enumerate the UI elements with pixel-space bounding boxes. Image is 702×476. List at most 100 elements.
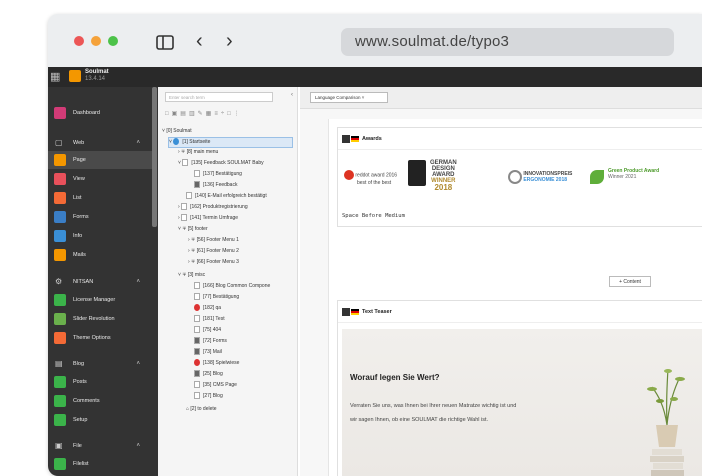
module-theme-options[interactable]: Theme Options (48, 329, 152, 347)
tree-node[interactable]: › ∓ [56] Footer Menu 1 (188, 236, 239, 245)
mails-icon (54, 249, 66, 261)
tree-node-startseite[interactable]: ˅ [1] Startseite (168, 137, 293, 148)
site-brand: Soulmat 13.4.14 (85, 69, 109, 83)
module-menu-scrollbar[interactable] (152, 87, 157, 227)
module-label: Theme Options (73, 335, 111, 341)
tree-node[interactable]: › [162] Produktregistrierung (178, 203, 248, 212)
module-group-file[interactable]: ▣ File ˄ (48, 438, 152, 454)
sidebar-toggle-icon[interactable] (156, 32, 174, 56)
filelist-icon (54, 458, 66, 470)
module-forms[interactable]: Forms (48, 208, 152, 226)
tree-node[interactable]: › ∓ [66] Footer Menu 3 (188, 258, 239, 267)
module-list[interactable]: List (48, 189, 152, 207)
module-info[interactable]: Info (48, 227, 152, 245)
tree-search-input[interactable]: Enter search term (165, 92, 273, 102)
tree-node-label: [140] E-Mail erfolgreich bestätigt (195, 193, 267, 199)
module-comments[interactable]: Comments (48, 392, 152, 410)
chevron-up-icon: ˄ (136, 443, 140, 449)
setup-icon (54, 414, 66, 426)
tree-node-label: [3] misc (187, 272, 206, 278)
module-mails[interactable]: Mails (48, 246, 152, 264)
module-page[interactable]: Page (48, 151, 152, 169)
tree-node[interactable]: [25] Blog (194, 370, 223, 379)
award-trophy-icon (408, 160, 426, 186)
module-group-nitsan[interactable]: ⚙ NITSAN ˄ (48, 274, 152, 290)
tree-node-label: [135] Feedback SOULMAT Baby (191, 160, 264, 166)
tree-node-label: [35] CMS Page (203, 382, 237, 388)
tree-node[interactable]: [137] Bestätigung (194, 170, 242, 179)
view-icon (54, 173, 66, 185)
tree-node[interactable]: ⌂ [2] to delete (186, 405, 217, 414)
tree-toolbar[interactable]: □▣▤▥✎▦≡÷□⋮ (165, 110, 295, 120)
module-dashboard[interactable]: Dashboard (48, 103, 152, 123)
module-slider-revolution[interactable]: Slider Revolution (48, 310, 152, 328)
page-icon (194, 170, 200, 178)
tree-node[interactable]: [166] Blog Common Compone (194, 282, 270, 291)
list-icon (54, 192, 66, 204)
tree-node[interactable]: [181] Test (194, 315, 225, 324)
info-icon (54, 230, 66, 242)
content-element-text-teaser[interactable]: Text Teaser Worauf legen Sie Wert? Verra… (337, 300, 702, 476)
module-view[interactable]: View (48, 170, 152, 188)
add-content-button[interactable]: + Content (609, 276, 651, 287)
collapse-tree-icon[interactable]: ‹ (291, 92, 293, 98)
tree-node[interactable]: ˅ ∓ [5] footer (178, 225, 208, 234)
module-group-web[interactable]: ▢ Web ˄ (48, 135, 152, 151)
module-posts[interactable]: Posts (48, 373, 152, 391)
tree-node[interactable]: [27] Blog (194, 392, 223, 401)
tree-node[interactable]: [138] Spielwiese (194, 359, 239, 368)
tree-node[interactable]: › [141] Termin Umfrage (178, 214, 238, 223)
module-setup[interactable]: Setup (48, 411, 152, 429)
tree-node[interactable]: › ∓ [61] Footer Menu 2 (188, 247, 239, 256)
tree-node[interactable]: [182] qa (194, 304, 221, 313)
page-icon (182, 159, 189, 167)
forward-icon[interactable]: › (226, 29, 233, 53)
tree-node[interactable]: [136] Feedback (194, 181, 237, 190)
chevron-up-icon: ˄ (136, 140, 140, 146)
blog-icon: ▤ (55, 359, 63, 368)
close-window-button[interactable] (74, 36, 84, 46)
typo3-topbar: ▦ Soulmat 13.4.14 (48, 67, 702, 87)
tree-node-label: [137] Bestätigung (203, 171, 242, 177)
tree-node[interactable]: [140] E-Mail erfolgreich bestätigt (186, 192, 267, 201)
tree-node-label: [25] Blog (203, 371, 223, 377)
module-license-manager[interactable]: License Manager (48, 291, 152, 309)
tree-node[interactable]: [72] Forms (194, 337, 227, 346)
module-filelist[interactable]: Filelist (48, 455, 152, 473)
browser-toolbar: ‹ › www.soulmat.de/typo3 (48, 14, 702, 67)
site-name: Soulmat (85, 69, 109, 75)
tree-node[interactable]: ˅ [135] Feedback SOULMAT Baby (178, 159, 264, 168)
file-icon: ▣ (55, 441, 63, 450)
tree-node-label: [141] Termin Umfrage (190, 215, 239, 221)
dashboard-icon (54, 107, 66, 119)
home-icon (173, 138, 180, 146)
page-icon (194, 392, 200, 400)
tree-node[interactable]: › ∓ [8] main menu (178, 148, 218, 157)
ce-header: Awards (338, 128, 702, 150)
tree-node[interactable]: [35] CMS Page (194, 381, 237, 390)
tree-root[interactable]: ˅ [0] Soulmat (162, 127, 192, 136)
tree-node-label: [73] Mail (203, 349, 222, 355)
address-bar[interactable]: www.soulmat.de/typo3 (341, 28, 674, 56)
content-element-awards[interactable]: Awards reddot award 2016 best of the bes… (337, 127, 702, 227)
page-module-content: Language Comparison ˅ Awards reddot awar… (300, 87, 702, 476)
tree-node[interactable]: [75] 404 (194, 326, 221, 335)
module-label: License Manager (73, 297, 116, 303)
page-icon (194, 326, 200, 334)
tree-node[interactable]: ˅ ∓ [3] misc (178, 271, 205, 280)
tree-node[interactable]: [77] Bestätigung (194, 293, 239, 302)
page-icon (54, 154, 66, 166)
language-select[interactable]: Language Comparison ˅ (310, 92, 388, 103)
tree-node[interactable]: [73] Mail (194, 348, 222, 357)
typo3-logo-icon (69, 70, 81, 82)
back-icon[interactable]: ‹ (196, 29, 203, 53)
maximize-window-button[interactable] (108, 36, 118, 46)
module-group-blog[interactable]: ▤ Blog ˄ (48, 356, 152, 372)
page-icon (194, 315, 200, 323)
tree-node-label: [181] Test (203, 316, 225, 322)
minimize-window-button[interactable] (91, 36, 101, 46)
site-version: 13.4.14 (85, 76, 106, 82)
folder-icon (194, 348, 200, 356)
module-menu-toggle-icon[interactable]: ▦ (50, 70, 60, 83)
content-type-icon (342, 135, 350, 143)
